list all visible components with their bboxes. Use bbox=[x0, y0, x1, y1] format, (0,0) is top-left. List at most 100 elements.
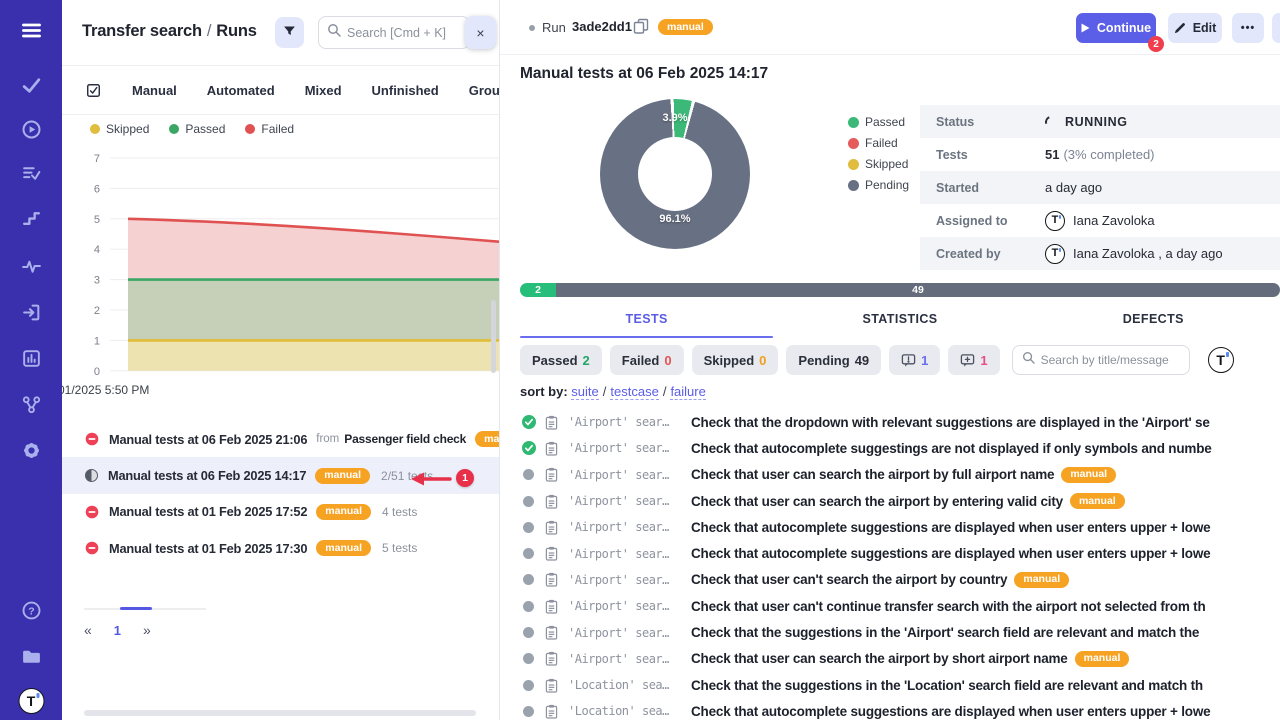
runs-search-input[interactable] bbox=[347, 26, 459, 40]
shared-steps-icon[interactable] bbox=[19, 205, 43, 229]
copy-run-id-button[interactable] bbox=[632, 18, 650, 36]
run-from-label: from bbox=[316, 433, 339, 445]
horizontal-scrollbar-thumb[interactable] bbox=[84, 710, 476, 716]
test-row[interactable]: 'Airport' sear… Check that autocomplete … bbox=[520, 514, 1280, 540]
legend-item-skipped[interactable]: Skipped bbox=[848, 157, 909, 171]
pagination-first[interactable]: « bbox=[84, 622, 92, 638]
test-plans-icon[interactable] bbox=[19, 161, 43, 185]
run-row[interactable]: Manual tests at 06 Feb 2025 21:06 from P… bbox=[62, 421, 500, 457]
test-title[interactable]: Check that user can't search the airport… bbox=[691, 572, 1007, 587]
test-title[interactable]: Check that the suggestions in the 'Airpo… bbox=[691, 625, 1199, 640]
runs-trend-area-chart: 7 6 5 4 3 2 1 0 bbox=[62, 142, 500, 378]
branch-icon[interactable] bbox=[19, 392, 43, 416]
svg-text:6: 6 bbox=[94, 183, 100, 195]
reports-icon[interactable] bbox=[19, 346, 43, 370]
run-from-plan[interactable]: Passenger field check bbox=[344, 432, 466, 446]
chip-comments[interactable]: 1 bbox=[889, 345, 940, 375]
test-title[interactable]: Check that autocomplete suggestions are … bbox=[691, 520, 1210, 535]
runs-icon[interactable] bbox=[19, 117, 43, 141]
tab-mixed[interactable]: Mixed bbox=[305, 83, 342, 98]
tab-unfinished[interactable]: Unfinished bbox=[372, 83, 439, 98]
sign-in-icon[interactable] bbox=[19, 300, 43, 324]
run-detail-title: Manual tests at 06 Feb 2025 14:17 bbox=[520, 65, 768, 83]
run-row[interactable]: Manual tests at 01 Feb 2025 17:30 manual… bbox=[62, 530, 500, 566]
test-pending-icon bbox=[521, 522, 536, 533]
test-title[interactable]: Check that autocomplete suggestions are … bbox=[691, 704, 1210, 719]
chip-label: Failed bbox=[622, 353, 660, 368]
legend-item-passed[interactable]: Passed bbox=[169, 122, 225, 136]
legend-item-skipped[interactable]: Skipped bbox=[90, 122, 149, 136]
legend-item-pending[interactable]: Pending bbox=[848, 178, 909, 192]
test-pending-icon bbox=[521, 548, 536, 559]
menu-icon[interactable] bbox=[19, 18, 43, 42]
test-row[interactable]: 'Location' sea… Check that autocomplete … bbox=[520, 698, 1280, 720]
test-row[interactable]: 'Airport' sear… Check that user can sear… bbox=[520, 646, 1280, 672]
activity-icon[interactable] bbox=[19, 254, 43, 278]
test-row[interactable]: 'Airport' sear… Check that autocomplete … bbox=[520, 540, 1280, 566]
clipped-edge-button[interactable] bbox=[1272, 13, 1280, 43]
run-title: Manual tests at 06 Feb 2025 21:06 bbox=[109, 432, 307, 447]
filter-button[interactable] bbox=[275, 17, 304, 48]
help-icon[interactable]: ? bbox=[19, 598, 43, 622]
test-row[interactable]: 'Airport' sear… Check that the suggestio… bbox=[520, 619, 1280, 645]
creator-avatar[interactable]: T bbox=[1045, 244, 1065, 264]
panel-close-button[interactable]: × bbox=[465, 16, 496, 49]
chip-passed[interactable]: Passed2 bbox=[520, 345, 602, 375]
pending-dot bbox=[848, 180, 859, 191]
edit-button[interactable]: Edit bbox=[1168, 13, 1222, 43]
legend-item-failed[interactable]: Failed bbox=[245, 122, 294, 136]
test-row[interactable]: 'Airport' sear… Check that user can sear… bbox=[520, 488, 1280, 514]
pagination-page-1[interactable]: 1 bbox=[114, 623, 121, 638]
legend-item-passed[interactable]: Passed bbox=[848, 115, 909, 129]
tab-defects[interactable]: DEFECTS bbox=[1027, 305, 1280, 338]
test-title[interactable]: Check that user can't continue transfer … bbox=[691, 599, 1206, 614]
run-test-count: 5 tests bbox=[382, 541, 417, 555]
settings-gear-icon[interactable] bbox=[19, 438, 43, 462]
test-pending-icon bbox=[521, 680, 536, 691]
tab-statistics[interactable]: STATISTICS bbox=[773, 305, 1026, 338]
test-title[interactable]: Check that the dropdown with relevant su… bbox=[691, 415, 1210, 430]
test-title[interactable]: Check that user can search the airport b… bbox=[691, 494, 1063, 509]
test-row[interactable]: 'Location' sea… Check that the suggestio… bbox=[520, 672, 1280, 698]
test-row[interactable]: 'Airport' sear… Check that the dropdown … bbox=[520, 409, 1280, 435]
sort-by-suite[interactable]: suite bbox=[571, 384, 598, 400]
tests-search-input[interactable] bbox=[1041, 353, 1181, 367]
test-title[interactable]: Check that autocomplete suggestions are … bbox=[691, 546, 1210, 561]
test-row[interactable]: 'Airport' sear… Check that autocomplete … bbox=[520, 435, 1280, 461]
select-all-icon[interactable] bbox=[85, 82, 102, 99]
failed-dot bbox=[848, 138, 859, 149]
test-title[interactable]: Check that autocomplete suggestings are … bbox=[691, 441, 1212, 456]
legend-item-failed[interactable]: Failed bbox=[848, 136, 909, 150]
vertical-scrollbar-thumb[interactable] bbox=[491, 300, 496, 373]
assignee-avatar[interactable]: T bbox=[1045, 211, 1065, 231]
chip-skipped[interactable]: Skipped0 bbox=[692, 345, 779, 375]
sort-by-failure[interactable]: failure bbox=[670, 384, 705, 400]
test-pending-icon bbox=[521, 653, 536, 664]
legend-label: Passed bbox=[865, 115, 905, 129]
chip-pending[interactable]: Pending49 bbox=[786, 345, 881, 375]
chip-attachments[interactable]: 1 bbox=[948, 345, 999, 375]
test-title[interactable]: Check that user can search the airport b… bbox=[691, 467, 1054, 482]
tab-automated[interactable]: Automated bbox=[207, 83, 275, 98]
sort-by-testcase[interactable]: testcase bbox=[610, 384, 658, 400]
more-actions-button[interactable]: ••• bbox=[1232, 13, 1264, 43]
continue-button[interactable]: Continue bbox=[1076, 13, 1156, 43]
breadcrumb-parent[interactable]: Transfer search bbox=[82, 22, 202, 40]
runs-list-panel: Transfer search/Runs × Manual Automated … bbox=[62, 0, 500, 720]
test-cases-icon[interactable] bbox=[19, 73, 43, 97]
pagination-last[interactable]: » bbox=[143, 622, 151, 638]
tab-manual[interactable]: Manual bbox=[132, 83, 177, 98]
tab-tests[interactable]: TESTS bbox=[520, 305, 773, 338]
tab-groups[interactable]: Groups bbox=[469, 83, 500, 98]
test-title[interactable]: Check that user can search the airport b… bbox=[691, 651, 1068, 666]
test-title[interactable]: Check that the suggestions in the 'Locat… bbox=[691, 678, 1203, 693]
chip-failed[interactable]: Failed0 bbox=[610, 345, 684, 375]
projects-folder-icon[interactable] bbox=[19, 644, 43, 668]
donut-legend: Passed Failed Skipped Pending bbox=[848, 115, 909, 192]
run-row[interactable]: Manual tests at 01 Feb 2025 17:52 manual… bbox=[62, 494, 500, 530]
test-row[interactable]: 'Airport' sear… Check that user can't co… bbox=[520, 593, 1280, 619]
user-avatar[interactable]: T bbox=[18, 687, 45, 714]
test-row[interactable]: 'Airport' sear… Check that user can sear… bbox=[520, 462, 1280, 488]
test-row[interactable]: 'Airport' sear… Check that user can't se… bbox=[520, 567, 1280, 593]
assignee-filter-avatar[interactable]: T bbox=[1208, 347, 1234, 373]
